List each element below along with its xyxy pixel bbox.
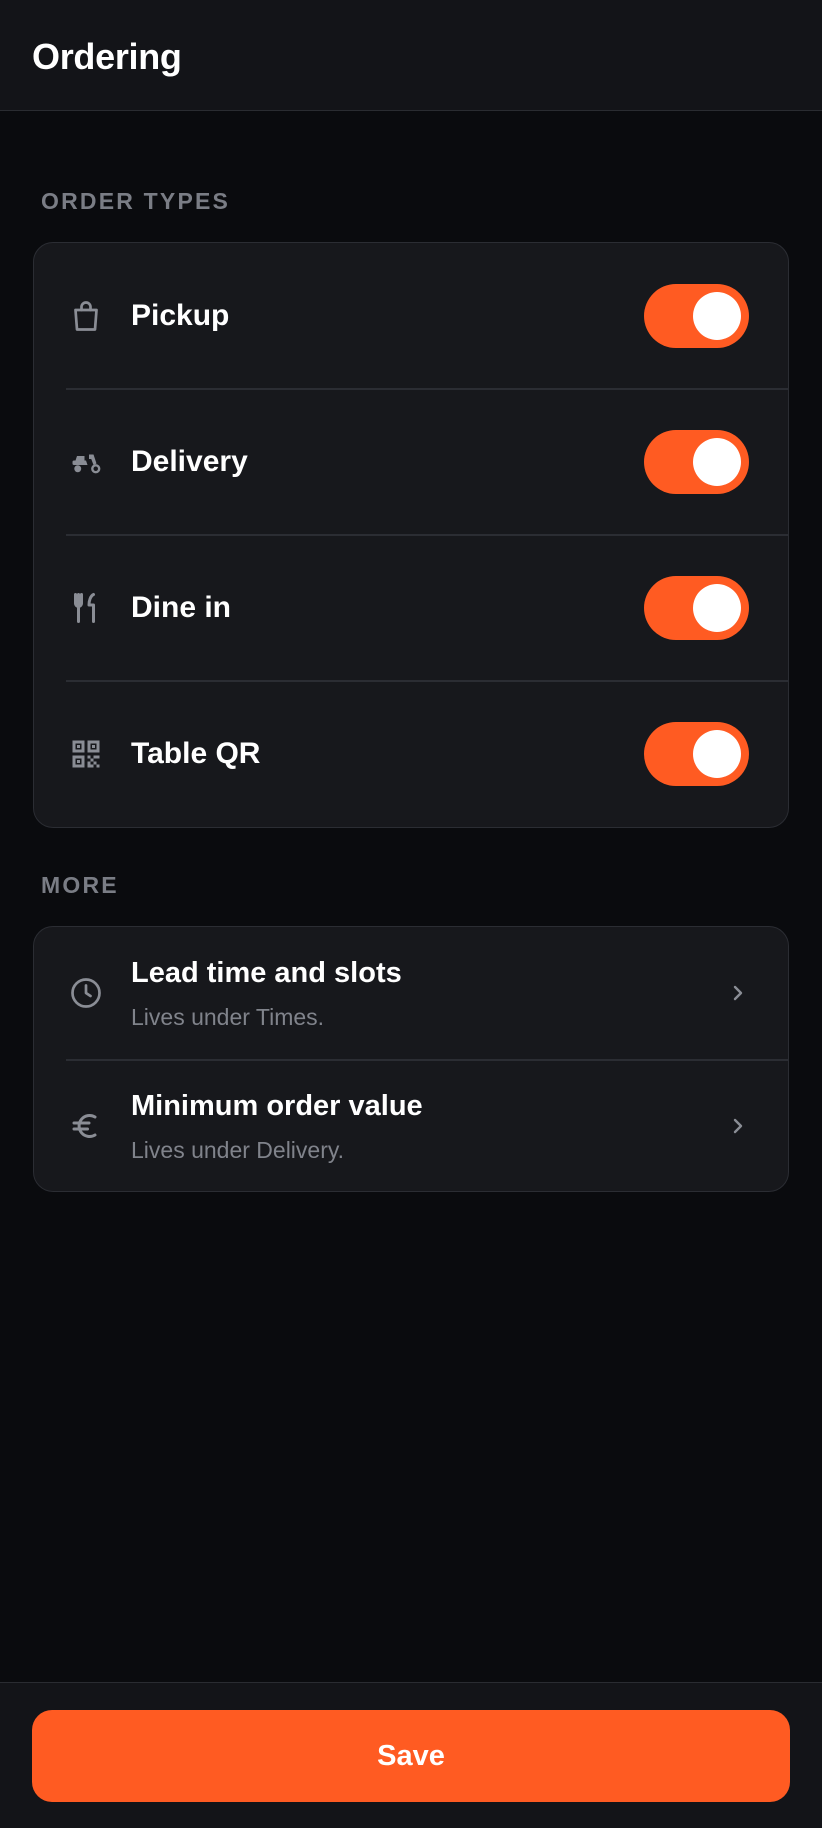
shopping-bag-icon [66, 296, 106, 336]
qr-code-icon [66, 734, 106, 774]
section-label-order-types: ORDER TYPES [41, 188, 231, 214]
more-row-lead-time[interactable]: Lead time and slots Lives under Times. [34, 927, 788, 1059]
order-type-label: Pickup [131, 299, 230, 332]
save-button[interactable]: Save [32, 1710, 790, 1802]
euro-icon [66, 1106, 106, 1146]
pickup-toggle[interactable] [644, 284, 749, 348]
dine-in-toggle[interactable] [644, 576, 749, 640]
toggle-knob [693, 730, 741, 778]
more-row-title: Minimum order value [131, 1090, 423, 1122]
scooter-icon [66, 442, 106, 482]
section-label-more: MORE [41, 872, 119, 898]
toggle-knob [693, 584, 741, 632]
order-type-row-pickup: Pickup [34, 243, 788, 389]
clock-icon [66, 973, 106, 1013]
order-type-label: Dine in [131, 591, 232, 624]
order-type-label: Table QR [131, 737, 261, 770]
order-type-row-table-qr: Table QR [34, 681, 788, 827]
footer-bar: Save [0, 1682, 822, 1828]
ordering-screen: Ordering ORDER TYPES Pickup Delivery Din… [0, 0, 822, 1828]
order-type-row-delivery: Delivery [34, 389, 788, 535]
chevron-right-icon [726, 981, 750, 1005]
chevron-right-icon [726, 1114, 750, 1138]
more-row-subtitle: Lives under Delivery. [131, 1137, 345, 1163]
order-type-label: Delivery [131, 445, 248, 478]
utensils-icon [66, 588, 106, 628]
more-row-minimum-order[interactable]: Minimum order value Lives under Delivery… [34, 1060, 788, 1191]
order-type-row-dine-in: Dine in [34, 535, 788, 681]
page-title: Ordering [32, 36, 182, 77]
table-qr-toggle[interactable] [644, 722, 749, 786]
toggle-knob [693, 438, 741, 486]
delivery-toggle[interactable] [644, 430, 749, 494]
app-header: Ordering [0, 0, 822, 111]
more-card: Lead time and slots Lives under Times. M… [33, 926, 789, 1192]
more-row-subtitle: Lives under Times. [131, 1004, 325, 1030]
order-types-card: Pickup Delivery Dine in Table QR [33, 242, 789, 828]
toggle-knob [693, 292, 741, 340]
more-row-title: Lead time and slots [131, 957, 402, 989]
